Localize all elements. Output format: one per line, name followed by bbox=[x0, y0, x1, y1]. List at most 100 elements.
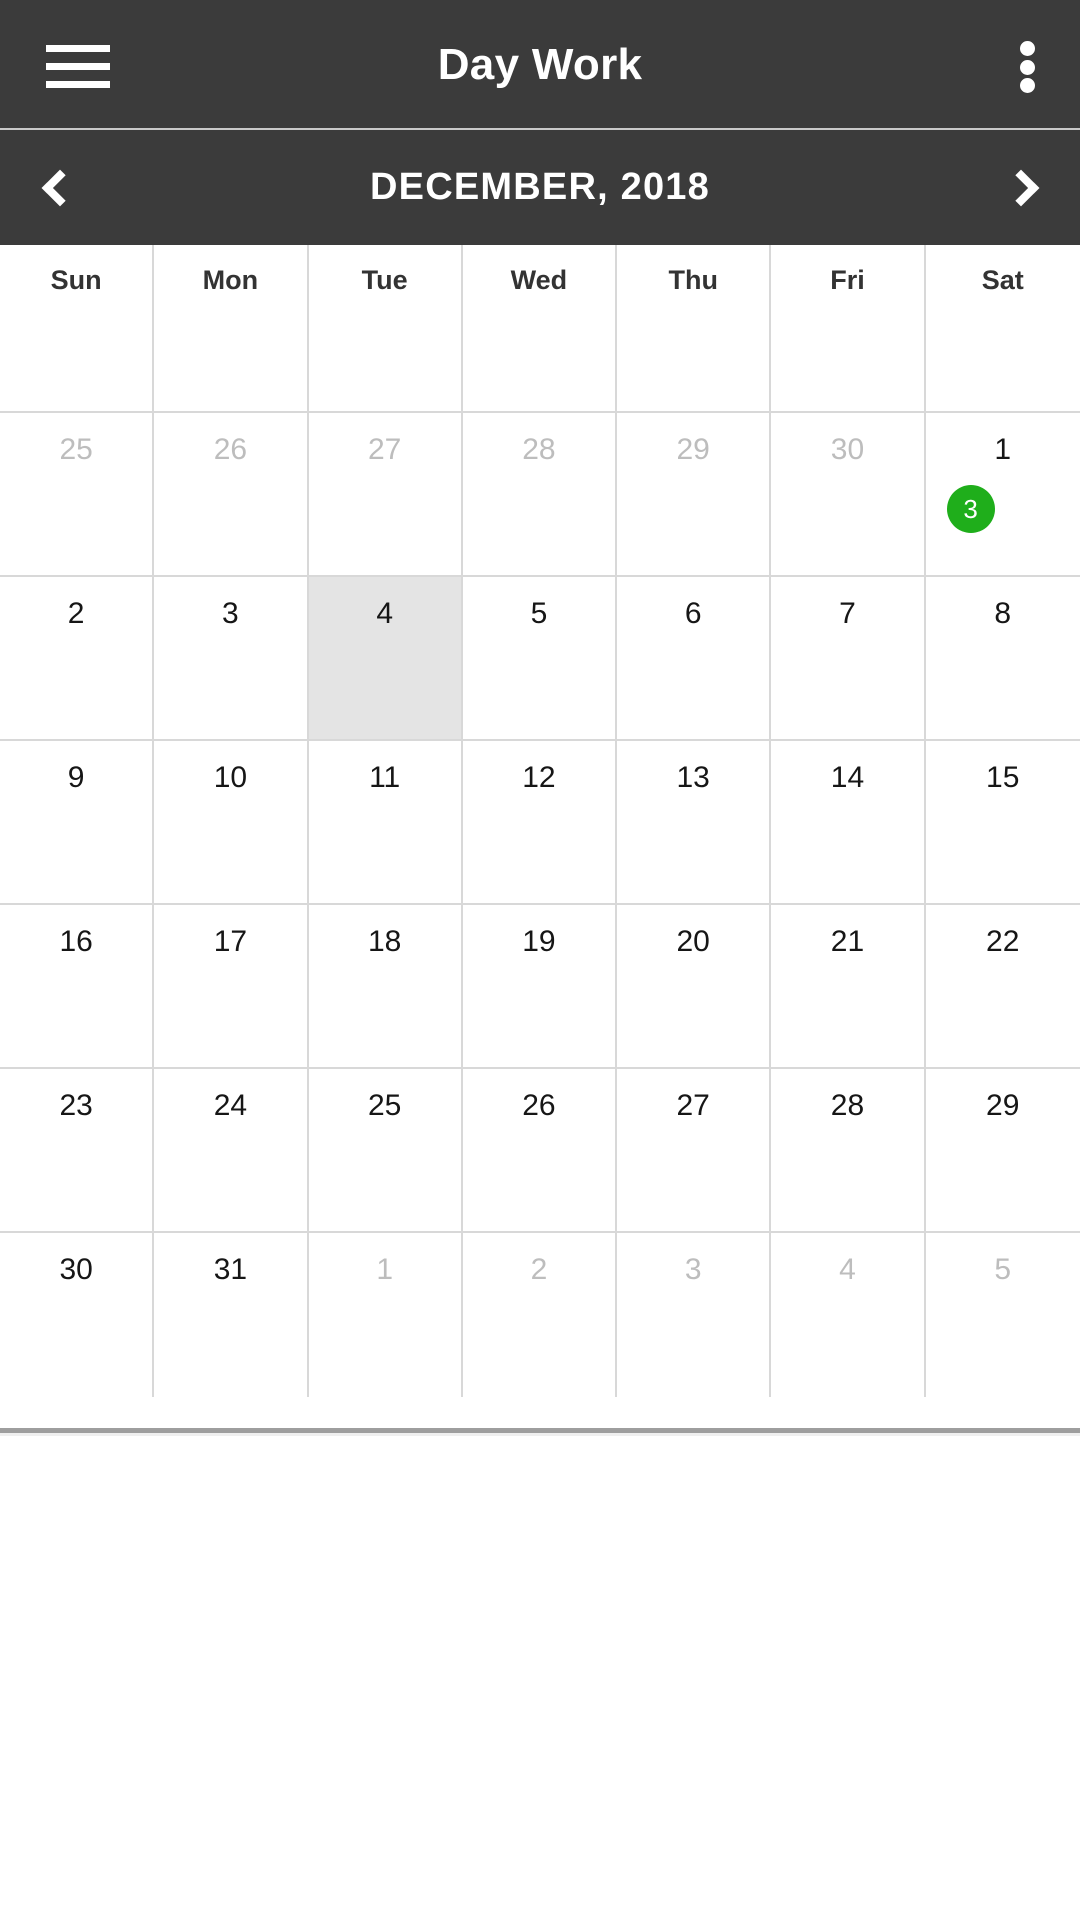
calendar-day-cell[interactable]: 2 bbox=[0, 577, 155, 739]
day-number: 28 bbox=[830, 1089, 865, 1122]
hamburger-icon[interactable] bbox=[46, 45, 110, 88]
calendar-day-cell[interactable]: 27 bbox=[309, 413, 463, 575]
calendar-day-cell[interactable]: 21 bbox=[771, 905, 926, 1067]
calendar-weeks: 25 26 27 28 29 30 1 3 2 3 4 5 6 7 8 9 10 11 12 13 14 15 16 17 18… bbox=[0, 413, 1080, 1397]
calendar-day-cell[interactable]: 18 bbox=[309, 905, 463, 1067]
calendar-week-row: 2 3 4 5 6 7 8 bbox=[0, 577, 1080, 741]
calendar-day-cell[interactable]: 26 bbox=[463, 1069, 618, 1231]
calendar-day-cell[interactable]: 23 bbox=[0, 1069, 155, 1231]
event-list-area bbox=[0, 1436, 1080, 1920]
day-number: 5 bbox=[994, 1253, 1012, 1286]
weekday-header-row: Sun Mon Tue Wed Thu Fri Sat bbox=[0, 245, 1080, 413]
weekday-label: Tue bbox=[361, 265, 408, 295]
weekday-label: Sun bbox=[50, 265, 102, 295]
app-root: Day Work DECEMBER, 2018 Sun Mon Tue Wed Thu F… bbox=[0, 0, 1080, 1920]
calendar-day-cell[interactable]: 17 bbox=[154, 905, 309, 1067]
prev-month-button[interactable] bbox=[0, 130, 110, 245]
calendar-day-cell[interactable]: 30 bbox=[0, 1233, 155, 1397]
day-number: 25 bbox=[59, 433, 93, 466]
day-number: 14 bbox=[830, 761, 865, 794]
day-number: 15 bbox=[986, 761, 1020, 794]
day-number: 4 bbox=[376, 597, 393, 630]
more-dot-2 bbox=[1019, 59, 1035, 75]
calendar-week-row: 16 17 18 19 20 21 22 bbox=[0, 905, 1080, 1069]
day-number: 12 bbox=[522, 761, 556, 794]
more-vertical-icon[interactable] bbox=[998, 38, 1056, 96]
hamburger-bar-3 bbox=[46, 81, 110, 88]
day-number: 2 bbox=[530, 1253, 548, 1286]
calendar-day-cell[interactable]: 9 bbox=[0, 741, 155, 903]
calendar-day-cell[interactable]: 26 bbox=[154, 413, 309, 575]
calendar-day-cell[interactable]: 29 bbox=[617, 413, 772, 575]
day-number: 9 bbox=[67, 761, 85, 794]
day-number: 4 bbox=[839, 1253, 856, 1286]
calendar-day-cell[interactable]: 14 bbox=[771, 741, 926, 903]
weekday-cell: Tue bbox=[309, 245, 463, 411]
event-count-badge[interactable]: 3 bbox=[946, 485, 995, 533]
calendar-day-cell[interactable]: 24 bbox=[154, 1069, 309, 1231]
calendar-day-cell[interactable]: 1 bbox=[309, 1233, 463, 1397]
month-year-label: DECEMBER, 2018 bbox=[370, 166, 710, 208]
calendar-day-cell[interactable]: 28 bbox=[771, 1069, 926, 1231]
calendar-day-cell[interactable]: 5 bbox=[463, 577, 618, 739]
calendar-day-cell[interactable]: 29 bbox=[926, 1069, 1080, 1231]
chevron-right-icon bbox=[1002, 169, 1039, 206]
weekday-cell: Wed bbox=[463, 245, 618, 411]
day-number: 16 bbox=[59, 925, 93, 958]
day-number: 1 bbox=[376, 1253, 393, 1286]
calendar-day-cell[interactable]: 31 bbox=[154, 1233, 309, 1397]
weekday-cell: Mon bbox=[154, 245, 309, 411]
day-number: 29 bbox=[986, 1089, 1020, 1122]
calendar-day-cell[interactable]: 3 bbox=[617, 1233, 772, 1397]
calendar-grid: Sun Mon Tue Wed Thu Fri Sat 25 26 27 28 29 30 1 3 2 3 4 5… bbox=[0, 245, 1080, 1397]
day-number: 19 bbox=[522, 925, 556, 958]
calendar-day-cell[interactable]: 22 bbox=[926, 905, 1080, 1067]
day-number: 3 bbox=[684, 1253, 702, 1286]
day-number: 21 bbox=[830, 925, 865, 958]
day-number: 24 bbox=[213, 1089, 248, 1122]
calendar-day-cell[interactable]: 8 bbox=[926, 577, 1080, 739]
more-dot-1 bbox=[1019, 41, 1035, 56]
title-bar: Day Work bbox=[0, 0, 1080, 129]
calendar-day-cell[interactable]: 6 bbox=[617, 577, 772, 739]
calendar-day-cell[interactable]: 3 bbox=[154, 577, 309, 739]
calendar-day-cell[interactable]: 13 bbox=[617, 741, 772, 903]
day-number: 7 bbox=[839, 597, 856, 630]
calendar-day-cell[interactable]: 30 bbox=[771, 413, 926, 575]
calendar-day-cell[interactable]: 2 bbox=[463, 1233, 618, 1397]
calendar-day-cell[interactable]: 11 bbox=[309, 741, 463, 903]
calendar-day-cell[interactable]: 25 bbox=[0, 413, 155, 575]
weekday-cell: Sun bbox=[0, 245, 155, 411]
calendar-day-cell[interactable]: 16 bbox=[0, 905, 155, 1067]
day-number: 26 bbox=[213, 433, 248, 466]
next-month-button[interactable] bbox=[970, 130, 1080, 245]
calendar-day-cell[interactable]: 12 bbox=[463, 741, 618, 903]
chevron-left-icon bbox=[41, 169, 78, 206]
weekday-cell: Sat bbox=[926, 245, 1080, 411]
calendar-day-cell[interactable]: 5 bbox=[926, 1233, 1080, 1397]
calendar-week-row: 30 31 1 2 3 4 5 bbox=[0, 1233, 1080, 1397]
page-title: Day Work bbox=[437, 39, 643, 89]
calendar-week-row: 9 10 11 12 13 14 15 bbox=[0, 741, 1080, 905]
calendar-day-cell[interactable]: 20 bbox=[617, 905, 772, 1067]
calendar-day-cell[interactable]: 19 bbox=[463, 905, 618, 1067]
calendar-day-cell[interactable]: 27 bbox=[617, 1069, 772, 1231]
calendar-day-cell[interactable]: 4 bbox=[771, 1233, 926, 1397]
day-number: 17 bbox=[213, 925, 248, 958]
day-number: 30 bbox=[59, 1253, 93, 1286]
calendar-day-cell[interactable]: 10 bbox=[154, 741, 309, 903]
calendar-day-cell[interactable]: 28 bbox=[463, 413, 618, 575]
day-number: 23 bbox=[59, 1089, 93, 1122]
day-number: 31 bbox=[213, 1253, 248, 1286]
calendar-day-cell[interactable]: 13 bbox=[926, 413, 1080, 575]
more-dot-3 bbox=[1019, 78, 1035, 93]
weekday-label: Sat bbox=[981, 265, 1024, 295]
calendar-day-cell[interactable]: 7 bbox=[771, 577, 926, 739]
calendar-day-cell[interactable]: 4 bbox=[308, 577, 463, 739]
weekday-cell: Fri bbox=[771, 245, 926, 411]
day-number: 26 bbox=[522, 1089, 556, 1122]
calendar-day-cell[interactable]: 15 bbox=[926, 741, 1080, 903]
calendar-day-cell[interactable]: 25 bbox=[309, 1069, 463, 1231]
weekday-cell: Thu bbox=[617, 245, 772, 411]
weekday-label: Fri bbox=[830, 265, 865, 295]
